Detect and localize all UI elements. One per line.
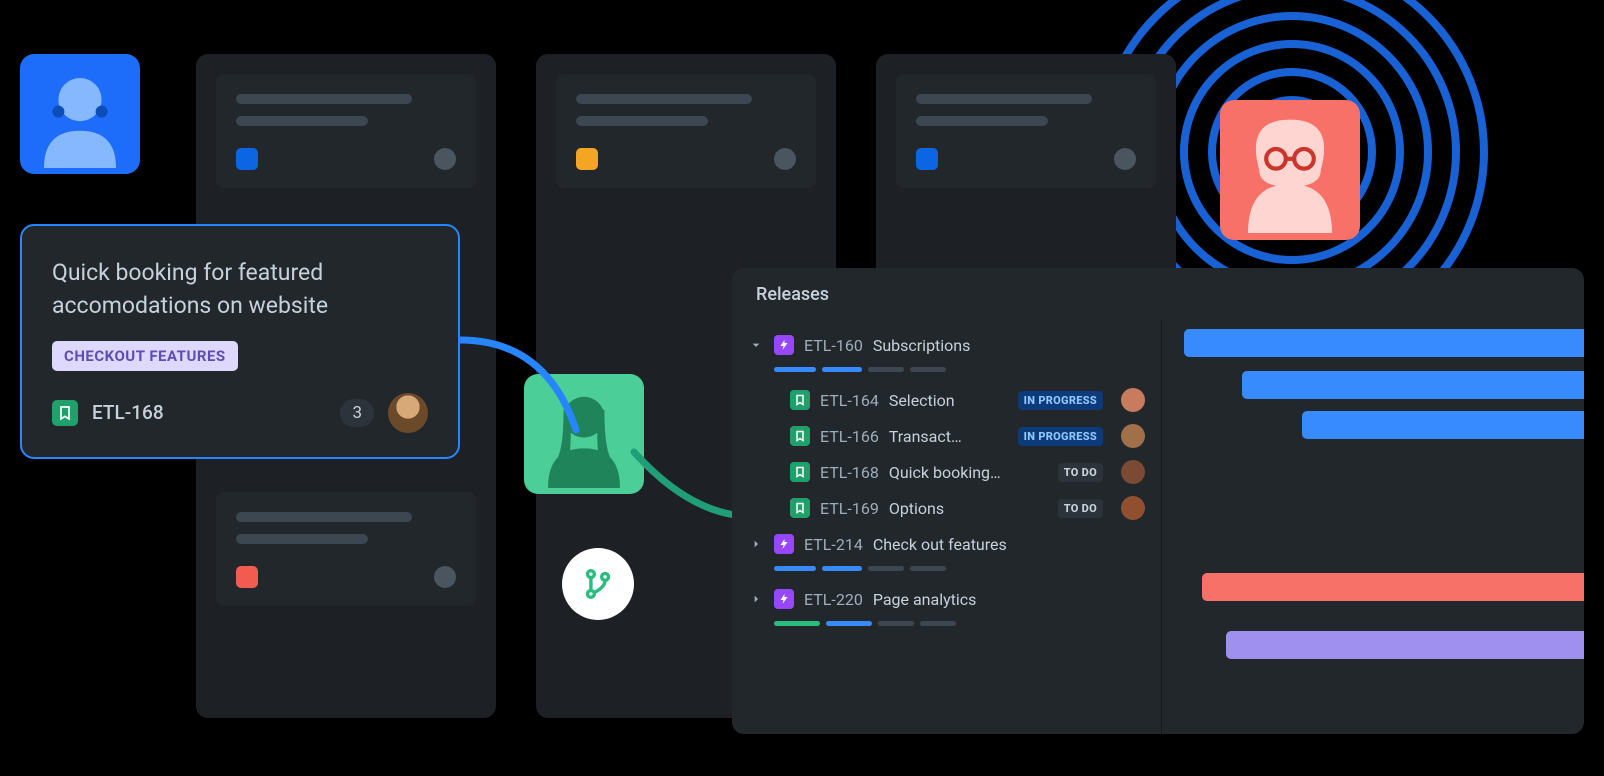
releases-tree: ETL-160 Subscriptions ETL-164 Selection IN P… [732, 319, 1162, 734]
issue-title: Selection [889, 391, 955, 410]
issue-key: ETL-166 [820, 427, 879, 446]
issue-key: ETL-160 [804, 336, 863, 355]
git-branch-icon [562, 548, 634, 620]
issue-type-icon [916, 148, 938, 170]
assignee-avatar[interactable] [388, 393, 428, 433]
story-icon [790, 390, 810, 410]
status-badge[interactable]: IN PROGRESS [1018, 391, 1103, 410]
timeline-bar[interactable] [1302, 411, 1584, 439]
story-row[interactable]: ETL-168 Quick booking… TO DO [732, 452, 1161, 488]
avatar [434, 148, 456, 170]
avatar [434, 566, 456, 588]
story-icon [790, 462, 810, 482]
avatar [774, 148, 796, 170]
releases-timeline[interactable] [1162, 319, 1584, 734]
issue-type-icon [236, 148, 258, 170]
issue-title: Quick booking for featured accomodations… [52, 256, 428, 323]
releases-title: Releases [732, 268, 1584, 319]
issue-title: Quick booking… [889, 463, 1001, 482]
timeline-bar[interactable] [1226, 631, 1584, 659]
issue-key: ETL-220 [804, 590, 863, 609]
avatar [1114, 148, 1136, 170]
issue-title: Options [889, 499, 944, 518]
board-card[interactable] [216, 492, 476, 606]
assignee-avatar[interactable] [1121, 460, 1145, 484]
issue-key[interactable]: ETL-168 [92, 401, 164, 424]
timeline-bar[interactable] [1184, 329, 1584, 357]
issue-key: ETL-214 [804, 535, 863, 554]
attachment-count: 3 [340, 399, 374, 427]
assignee-avatar[interactable] [1121, 424, 1145, 448]
story-icon [52, 400, 78, 426]
board-card[interactable] [896, 74, 1156, 188]
releases-panel: Releases ETL-160 Subscriptions ETL-164 Sele… [732, 268, 1584, 734]
status-badge[interactable]: TO DO [1058, 463, 1103, 482]
issue-card-featured[interactable]: Quick booking for featured accomodations… [20, 224, 460, 459]
issue-title: Transact… [889, 427, 962, 446]
story-row[interactable]: ETL-166 Transact… IN PROGRESS [732, 416, 1161, 452]
avatar-tile-green [524, 374, 644, 494]
avatar-tile-blue [20, 54, 140, 174]
issue-key: ETL-164 [820, 391, 879, 410]
avatar-tile-red [1220, 100, 1360, 240]
timeline-bar[interactable] [1242, 371, 1584, 399]
issue-type-icon [576, 148, 598, 170]
issue-title: Page analytics [873, 590, 977, 609]
epic-row[interactable]: ETL-160 Subscriptions [732, 325, 1161, 372]
story-row[interactable]: ETL-164 Selection IN PROGRESS [732, 380, 1161, 416]
issue-type-icon [236, 566, 258, 588]
assignee-avatar[interactable] [1121, 388, 1145, 412]
story-icon [790, 498, 810, 518]
epic-icon [774, 335, 794, 355]
issue-title: Check out features [873, 535, 1007, 554]
epic-row[interactable]: ETL-214 Check out features [732, 524, 1161, 571]
epic-row[interactable]: ETL-220 Page analytics [732, 579, 1161, 626]
epic-tag[interactable]: CHECKOUT FEATURES [52, 341, 238, 371]
story-row[interactable]: ETL-169 Options TO DO [732, 488, 1161, 524]
issue-title: Subscriptions [873, 336, 971, 355]
timeline-bar[interactable] [1202, 573, 1584, 601]
board-card[interactable] [216, 74, 476, 188]
issue-key: ETL-169 [820, 499, 879, 518]
status-badge[interactable]: TO DO [1058, 499, 1103, 518]
board-card[interactable] [556, 74, 816, 188]
epic-icon [774, 589, 794, 609]
assignee-avatar[interactable] [1121, 496, 1145, 520]
issue-key: ETL-168 [820, 463, 879, 482]
story-icon [790, 426, 810, 446]
status-badge[interactable]: IN PROGRESS [1018, 427, 1103, 446]
epic-icon [774, 534, 794, 554]
